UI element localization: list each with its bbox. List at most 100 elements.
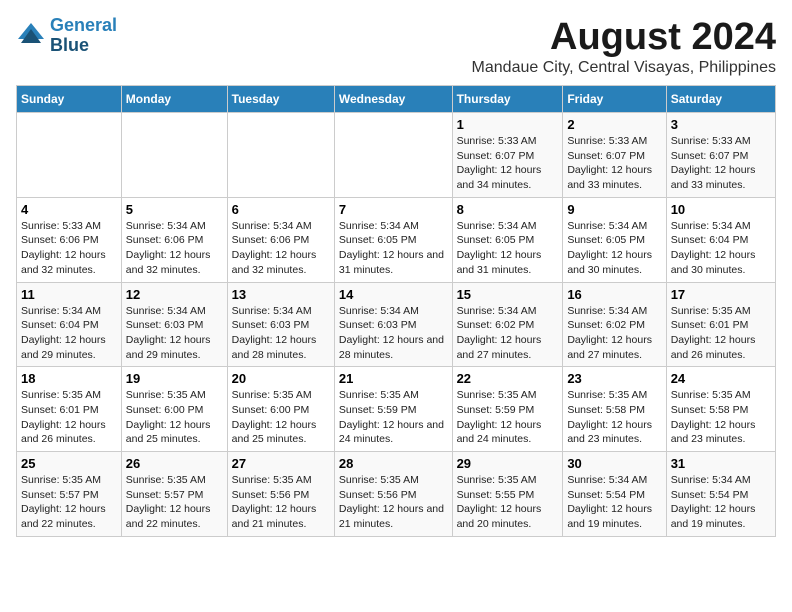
week-row-0: 1 Sunrise: 5:33 AMSunset: 6:07 PMDaylight…	[17, 113, 776, 198]
day-info: Sunrise: 5:35 AMSunset: 5:55 PMDaylight:…	[457, 473, 559, 532]
header-saturday: Saturday	[666, 86, 775, 113]
day-number: 13	[232, 287, 330, 302]
day-number: 8	[457, 202, 559, 217]
week-row-1: 4 Sunrise: 5:33 AMSunset: 6:06 PMDaylight…	[17, 197, 776, 282]
calendar-cell: 18 Sunrise: 5:35 AMSunset: 6:01 PMDayligh…	[17, 367, 122, 452]
day-number: 18	[21, 371, 117, 386]
calendar-cell: 17 Sunrise: 5:35 AMSunset: 6:01 PMDayligh…	[666, 282, 775, 367]
calendar-cell: 19Sunrise: 5:35 AMSunset: 6:00 PMDayligh…	[121, 367, 227, 452]
day-info: Sunrise: 5:35 AMSunset: 6:00 PMDaylight:…	[232, 388, 330, 447]
calendar-cell: 21 Sunrise: 5:35 AMSunset: 5:59 PMDayligh…	[334, 367, 452, 452]
header-tuesday: Tuesday	[227, 86, 334, 113]
day-info: Sunrise: 5:33 AMSunset: 6:06 PMDaylight:…	[21, 219, 117, 278]
day-info: Sunrise: 5:33 AMSunset: 6:07 PMDaylight:…	[671, 134, 771, 193]
week-row-2: 11 Sunrise: 5:34 AMSunset: 6:04 PMDayligh…	[17, 282, 776, 367]
day-number: 22	[457, 371, 559, 386]
day-number: 10	[671, 202, 771, 217]
day-number: 21	[339, 371, 448, 386]
calendar-cell: 23Sunrise: 5:35 AMSunset: 5:58 PMDayligh…	[563, 367, 666, 452]
day-info: Sunrise: 5:34 AMSunset: 6:05 PMDaylight:…	[567, 219, 661, 278]
header-thursday: Thursday	[452, 86, 563, 113]
day-number: 11	[21, 287, 117, 302]
day-number: 24	[671, 371, 771, 386]
day-number: 16	[567, 287, 661, 302]
calendar-cell: 8Sunrise: 5:34 AMSunset: 6:05 PMDaylight…	[452, 197, 563, 282]
calendar-cell: 12 Sunrise: 5:34 AMSunset: 6:03 PMDayligh…	[121, 282, 227, 367]
calendar-cell: 3 Sunrise: 5:33 AMSunset: 6:07 PMDaylight…	[666, 113, 775, 198]
header-row: SundayMondayTuesdayWednesdayThursdayFrid…	[17, 86, 776, 113]
day-number: 5	[126, 202, 223, 217]
day-number: 4	[21, 202, 117, 217]
main-title: August 2024	[472, 16, 776, 59]
day-number: 9	[567, 202, 661, 217]
calendar-cell	[121, 113, 227, 198]
logo: General Blue	[16, 16, 117, 56]
week-row-3: 18 Sunrise: 5:35 AMSunset: 6:01 PMDayligh…	[17, 367, 776, 452]
day-number: 14	[339, 287, 448, 302]
calendar-cell: 5 Sunrise: 5:34 AMSunset: 6:06 PMDaylight…	[121, 197, 227, 282]
calendar-cell: 30 Sunrise: 5:34 AMSunset: 5:54 PMDayligh…	[563, 452, 666, 537]
calendar-cell: 31 Sunrise: 5:34 AMSunset: 5:54 PMDayligh…	[666, 452, 775, 537]
header-friday: Friday	[563, 86, 666, 113]
day-info: Sunrise: 5:34 AMSunset: 6:02 PMDaylight:…	[457, 304, 559, 363]
day-info: Sunrise: 5:35 AMSunset: 6:01 PMDaylight:…	[671, 304, 771, 363]
day-number: 2	[567, 117, 661, 132]
day-info: Sunrise: 5:35 AMSunset: 5:56 PMDaylight:…	[232, 473, 330, 532]
day-info: Sunrise: 5:34 AMSunset: 5:54 PMDaylight:…	[567, 473, 661, 532]
calendar-cell	[227, 113, 334, 198]
day-number: 6	[232, 202, 330, 217]
calendar-cell: 24 Sunrise: 5:35 AMSunset: 5:58 PMDayligh…	[666, 367, 775, 452]
day-number: 23	[567, 371, 661, 386]
day-number: 31	[671, 456, 771, 471]
calendar-cell: 13 Sunrise: 5:34 AMSunset: 6:03 PMDayligh…	[227, 282, 334, 367]
day-number: 20	[232, 371, 330, 386]
day-info: Sunrise: 5:35 AMSunset: 5:59 PMDaylight:…	[457, 388, 559, 447]
calendar-cell: 26Sunrise: 5:35 AMSunset: 5:57 PMDayligh…	[121, 452, 227, 537]
day-number: 28	[339, 456, 448, 471]
day-info: Sunrise: 5:34 AMSunset: 6:03 PMDaylight:…	[232, 304, 330, 363]
header-wednesday: Wednesday	[334, 86, 452, 113]
calendar-cell: 2 Sunrise: 5:33 AMSunset: 6:07 PMDaylight…	[563, 113, 666, 198]
day-number: 3	[671, 117, 771, 132]
day-info: Sunrise: 5:35 AMSunset: 6:00 PMDaylight:…	[126, 388, 223, 447]
calendar-cell: 28 Sunrise: 5:35 AMSunset: 5:56 PMDayligh…	[334, 452, 452, 537]
day-info: Sunrise: 5:34 AMSunset: 6:02 PMDaylight:…	[567, 304, 661, 363]
calendar-cell: 22 Sunrise: 5:35 AMSunset: 5:59 PMDayligh…	[452, 367, 563, 452]
logo-icon	[16, 21, 46, 51]
calendar-cell: 11 Sunrise: 5:34 AMSunset: 6:04 PMDayligh…	[17, 282, 122, 367]
day-number: 7	[339, 202, 448, 217]
day-info: Sunrise: 5:34 AMSunset: 6:05 PMDaylight:…	[339, 219, 448, 278]
day-info: Sunrise: 5:34 AMSunset: 6:03 PMDaylight:…	[339, 304, 448, 363]
calendar-cell: 20 Sunrise: 5:35 AMSunset: 6:00 PMDayligh…	[227, 367, 334, 452]
calendar-cell: 14 Sunrise: 5:34 AMSunset: 6:03 PMDayligh…	[334, 282, 452, 367]
logo-text: General Blue	[50, 16, 117, 56]
subtitle: Mandaue City, Central Visayas, Philippin…	[472, 59, 776, 77]
week-row-4: 25Sunrise: 5:35 AMSunset: 5:57 PMDayligh…	[17, 452, 776, 537]
day-number: 1	[457, 117, 559, 132]
day-info: Sunrise: 5:34 AMSunset: 6:03 PMDaylight:…	[126, 304, 223, 363]
day-info: Sunrise: 5:34 AMSunset: 6:04 PMDaylight:…	[671, 219, 771, 278]
calendar-cell: 15 Sunrise: 5:34 AMSunset: 6:02 PMDayligh…	[452, 282, 563, 367]
day-number: 27	[232, 456, 330, 471]
header-monday: Monday	[121, 86, 227, 113]
day-info: Sunrise: 5:34 AMSunset: 6:04 PMDaylight:…	[21, 304, 117, 363]
calendar-cell: 29 Sunrise: 5:35 AMSunset: 5:55 PMDayligh…	[452, 452, 563, 537]
calendar-cell: 6Sunrise: 5:34 AMSunset: 6:06 PMDaylight…	[227, 197, 334, 282]
day-number: 26	[126, 456, 223, 471]
day-number: 29	[457, 456, 559, 471]
day-info: Sunrise: 5:34 AMSunset: 5:54 PMDaylight:…	[671, 473, 771, 532]
day-info: Sunrise: 5:35 AMSunset: 6:01 PMDaylight:…	[21, 388, 117, 447]
day-number: 17	[671, 287, 771, 302]
day-number: 15	[457, 287, 559, 302]
calendar-cell: 10 Sunrise: 5:34 AMSunset: 6:04 PMDayligh…	[666, 197, 775, 282]
calendar-table: SundayMondayTuesdayWednesdayThursdayFrid…	[16, 85, 776, 537]
calendar-cell: 9 Sunrise: 5:34 AMSunset: 6:05 PMDaylight…	[563, 197, 666, 282]
day-info: Sunrise: 5:35 AMSunset: 5:56 PMDaylight:…	[339, 473, 448, 532]
day-info: Sunrise: 5:35 AMSunset: 5:58 PMDaylight:…	[671, 388, 771, 447]
calendar-cell	[17, 113, 122, 198]
day-number: 30	[567, 456, 661, 471]
day-number: 12	[126, 287, 223, 302]
day-info: Sunrise: 5:34 AMSunset: 6:06 PMDaylight:…	[126, 219, 223, 278]
day-info: Sunrise: 5:33 AMSunset: 6:07 PMDaylight:…	[567, 134, 661, 193]
day-info: Sunrise: 5:35 AMSunset: 5:59 PMDaylight:…	[339, 388, 448, 447]
